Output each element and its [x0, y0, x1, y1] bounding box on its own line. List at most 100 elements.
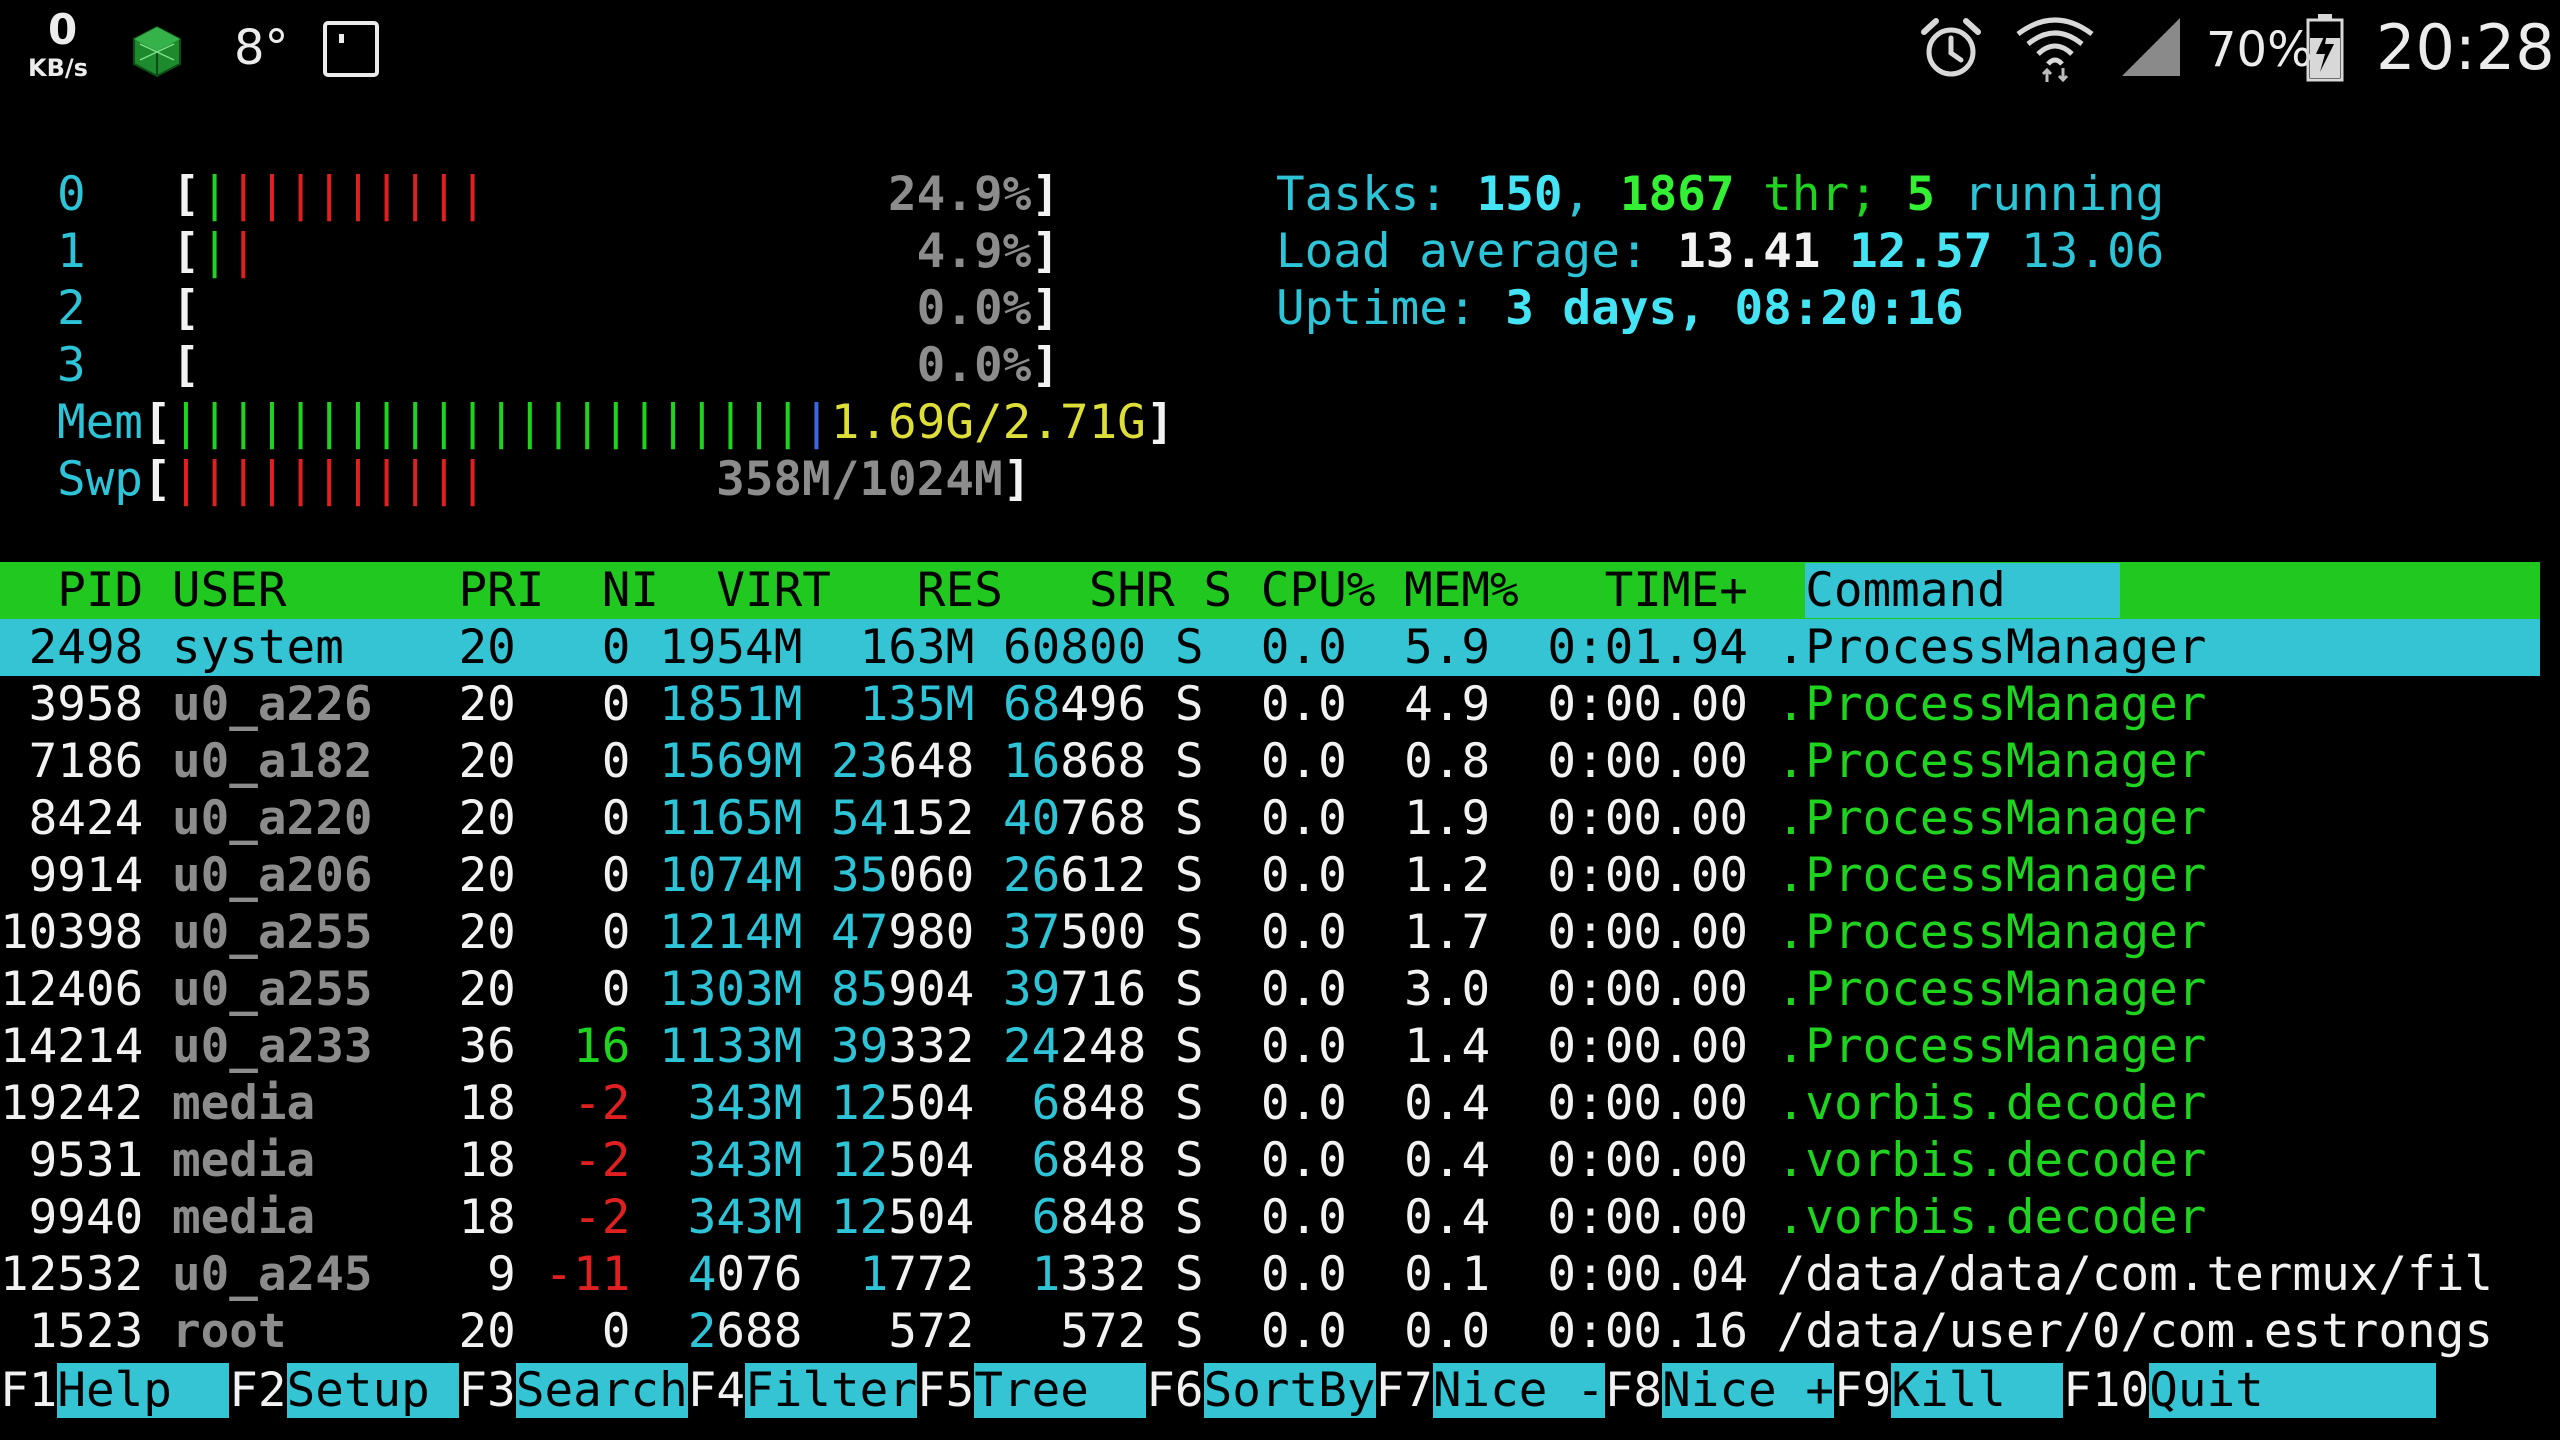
fkey-f8-label[interactable]: Nice +	[1662, 1363, 1834, 1418]
table-row[interactable]: 19242 media 18 -2 343M 12504 6848 S 0.0 …	[0, 1075, 2206, 1132]
meter-bar-segment: |	[429, 395, 459, 450]
load-average-line: Load average: 13.41 12.57 13.06	[1276, 223, 2164, 280]
table-row[interactable]: 9531 media 18 -2 343M 12504 6848 S 0.0 0…	[0, 1132, 2207, 1189]
cpu-meter-2: 2 [ 0.0%]	[57, 280, 1060, 337]
clock: 20:28	[2376, 11, 2555, 84]
fkey-f10-label[interactable]: Quit	[2149, 1363, 2436, 1418]
cell-command: .ProcessManager	[1776, 1019, 2207, 1074]
cell-res-major: 12	[831, 1076, 889, 1131]
cell-state: S	[1174, 1076, 1204, 1131]
cell-res: 23648	[831, 734, 974, 789]
cell-user: u0_a226	[171, 677, 430, 732]
cell-res: 572	[831, 1304, 974, 1359]
fkey-f10[interactable]: F10	[2063, 1363, 2149, 1418]
fkey-f1-label[interactable]: Help	[57, 1363, 230, 1418]
fkey-f2[interactable]: F2	[229, 1363, 286, 1418]
cell-virt: 343M	[659, 1133, 803, 1188]
meter-bar-segment: |	[687, 395, 717, 450]
cell-shr: 6848	[1003, 1076, 1147, 1131]
cell-shr-minor: 612	[1060, 848, 1147, 903]
header-columns[interactable]: PID USER PRI NI VIRT RES SHR S CPU% MEM%…	[0, 563, 1805, 618]
cell-command: .vorbis.decoder	[1776, 1190, 2207, 1245]
cell-pri: 20	[429, 1304, 516, 1359]
header-command[interactable]: Command	[1805, 563, 2121, 618]
table-row[interactable]: 8424 u0_a220 20 0 1165M 54152 40768 S 0.…	[0, 790, 2207, 847]
fkey-f7[interactable]: F7	[1376, 1363, 1433, 1418]
table-row[interactable]: 12406 u0_a255 20 0 1303M 85904 39716 S 0…	[0, 961, 2206, 1018]
cell-res: 163M	[859, 620, 975, 675]
meter-bar-segment: |	[257, 395, 287, 450]
cell-pri: 18	[429, 1190, 516, 1245]
cell-ni: 0	[544, 962, 631, 1017]
meter-bracket-close: ]	[1031, 167, 1060, 222]
cell-shr: 16868	[1003, 734, 1146, 789]
fkey-f6-label[interactable]: SortBy	[1203, 1363, 1376, 1418]
meter-bracket-close: ]	[1002, 452, 1032, 507]
load-5min: 12.57	[1849, 224, 1993, 279]
cell-shr-minor: 496	[1060, 677, 1147, 732]
cell-state: S	[1174, 848, 1204, 903]
cell-shr: 1332	[1003, 1247, 1147, 1302]
cell-time: 0:00.00	[1518, 1076, 1748, 1131]
fkey-f1[interactable]: F1	[0, 1363, 57, 1418]
table-row[interactable]: 7186 u0_a182 20 0 1569M 23648 16868 S 0.…	[0, 733, 2207, 790]
cell-pri: 18	[429, 1133, 516, 1188]
network-speed-value: 0	[48, 5, 78, 54]
table-row[interactable]: 12532 u0_a245 9 -11 4076 1772 1332 S 0.0…	[0, 1246, 2493, 1303]
table-row[interactable]: 14214 u0_a233 36 16 1133M 39332 24248 S …	[0, 1018, 2206, 1075]
fkey-f7-label[interactable]: Nice -	[1432, 1363, 1605, 1418]
meter-label-pad	[86, 281, 172, 336]
cell-res: 12504	[831, 1133, 974, 1188]
meter-bar-segment: |	[257, 452, 287, 507]
cell-shr: 37500	[1003, 905, 1146, 960]
cell-pri: 9	[429, 1247, 516, 1302]
meter-bracket-open: [	[142, 395, 172, 450]
meter-label: 0	[57, 167, 86, 222]
cell-cpu: 0.0	[1232, 791, 1347, 846]
cell-res: 12504	[831, 1190, 974, 1245]
fkey-f4-label[interactable]: Filter	[745, 1363, 917, 1418]
cell-res-minor: 980	[888, 905, 975, 960]
status-bar: 0 KB/s 8° 70% 20:28	[0, 0, 2560, 100]
table-row[interactable]: 9914 u0_a206 20 0 1074M 35060 26612 S 0.…	[0, 847, 2207, 904]
fkey-f5-label[interactable]: Tree	[974, 1363, 1147, 1418]
table-row[interactable]: 3958 u0_a226 20 0 1851M 135M 68496 S 0.0…	[0, 676, 2207, 733]
table-row[interactable]: 1523 root 20 0 2688 572 572 S 0.0 0.0 0:…	[0, 1303, 2493, 1360]
uptime-label: Uptime:	[1276, 281, 1506, 336]
table-row[interactable]: 10398 u0_a255 20 0 1214M 47980 37500 S 0…	[0, 904, 2206, 961]
fkey-f6[interactable]: F6	[1146, 1363, 1203, 1418]
cell-res-major: 54	[831, 791, 889, 846]
fkey-f5[interactable]: F5	[917, 1363, 974, 1418]
cell-ni: 0	[544, 734, 631, 789]
fkey-f8[interactable]: F8	[1605, 1363, 1662, 1418]
table-row[interactable]: 2498 system 20 0 1954M 163M 60800 S 0.0 …	[0, 619, 2540, 676]
cell-ni: -2	[544, 1190, 631, 1245]
screen-icon	[323, 21, 379, 77]
cpu-meter-0: 0 [|||||||||| 24.9%]	[57, 166, 1060, 223]
fkey-f2-label[interactable]: Setup	[286, 1363, 459, 1418]
cell-res-major: 35	[831, 848, 889, 903]
cell-pid: 19242	[0, 1076, 144, 1131]
fkey-f3-label[interactable]: Search	[515, 1363, 688, 1418]
cell-res-minor: 772	[888, 1247, 975, 1302]
cell-ni: 0	[544, 848, 631, 903]
fkey-f9[interactable]: F9	[1834, 1363, 1891, 1418]
fkey-f3[interactable]: F3	[459, 1363, 516, 1418]
cell-virt-major: 1851M	[659, 677, 803, 732]
table-header[interactable]: PID USER PRI NI VIRT RES SHR S CPU% MEM%…	[0, 562, 2540, 619]
meter-value: 0.0%	[916, 338, 1032, 393]
signal-icon	[2122, 18, 2180, 76]
cell-state: S	[1174, 734, 1204, 789]
fkey-f9-label[interactable]: Kill	[1891, 1363, 2064, 1418]
cell-command: .ProcessManager	[1776, 734, 2207, 789]
tasks-label: Tasks:	[1276, 167, 1477, 222]
table-row[interactable]: 9940 media 18 -2 343M 12504 6848 S 0.0 0…	[0, 1189, 2207, 1246]
cell-virt: 343M	[659, 1076, 803, 1131]
cell-mem: 1.7	[1375, 905, 1491, 960]
meter-gap	[258, 224, 917, 279]
meter-label-pad	[86, 338, 172, 393]
meter-bar-segment: |	[200, 452, 229, 507]
fkey-f4[interactable]: F4	[688, 1363, 745, 1418]
cell-ni: -2	[544, 1133, 631, 1188]
meter-label: 1	[57, 224, 86, 279]
